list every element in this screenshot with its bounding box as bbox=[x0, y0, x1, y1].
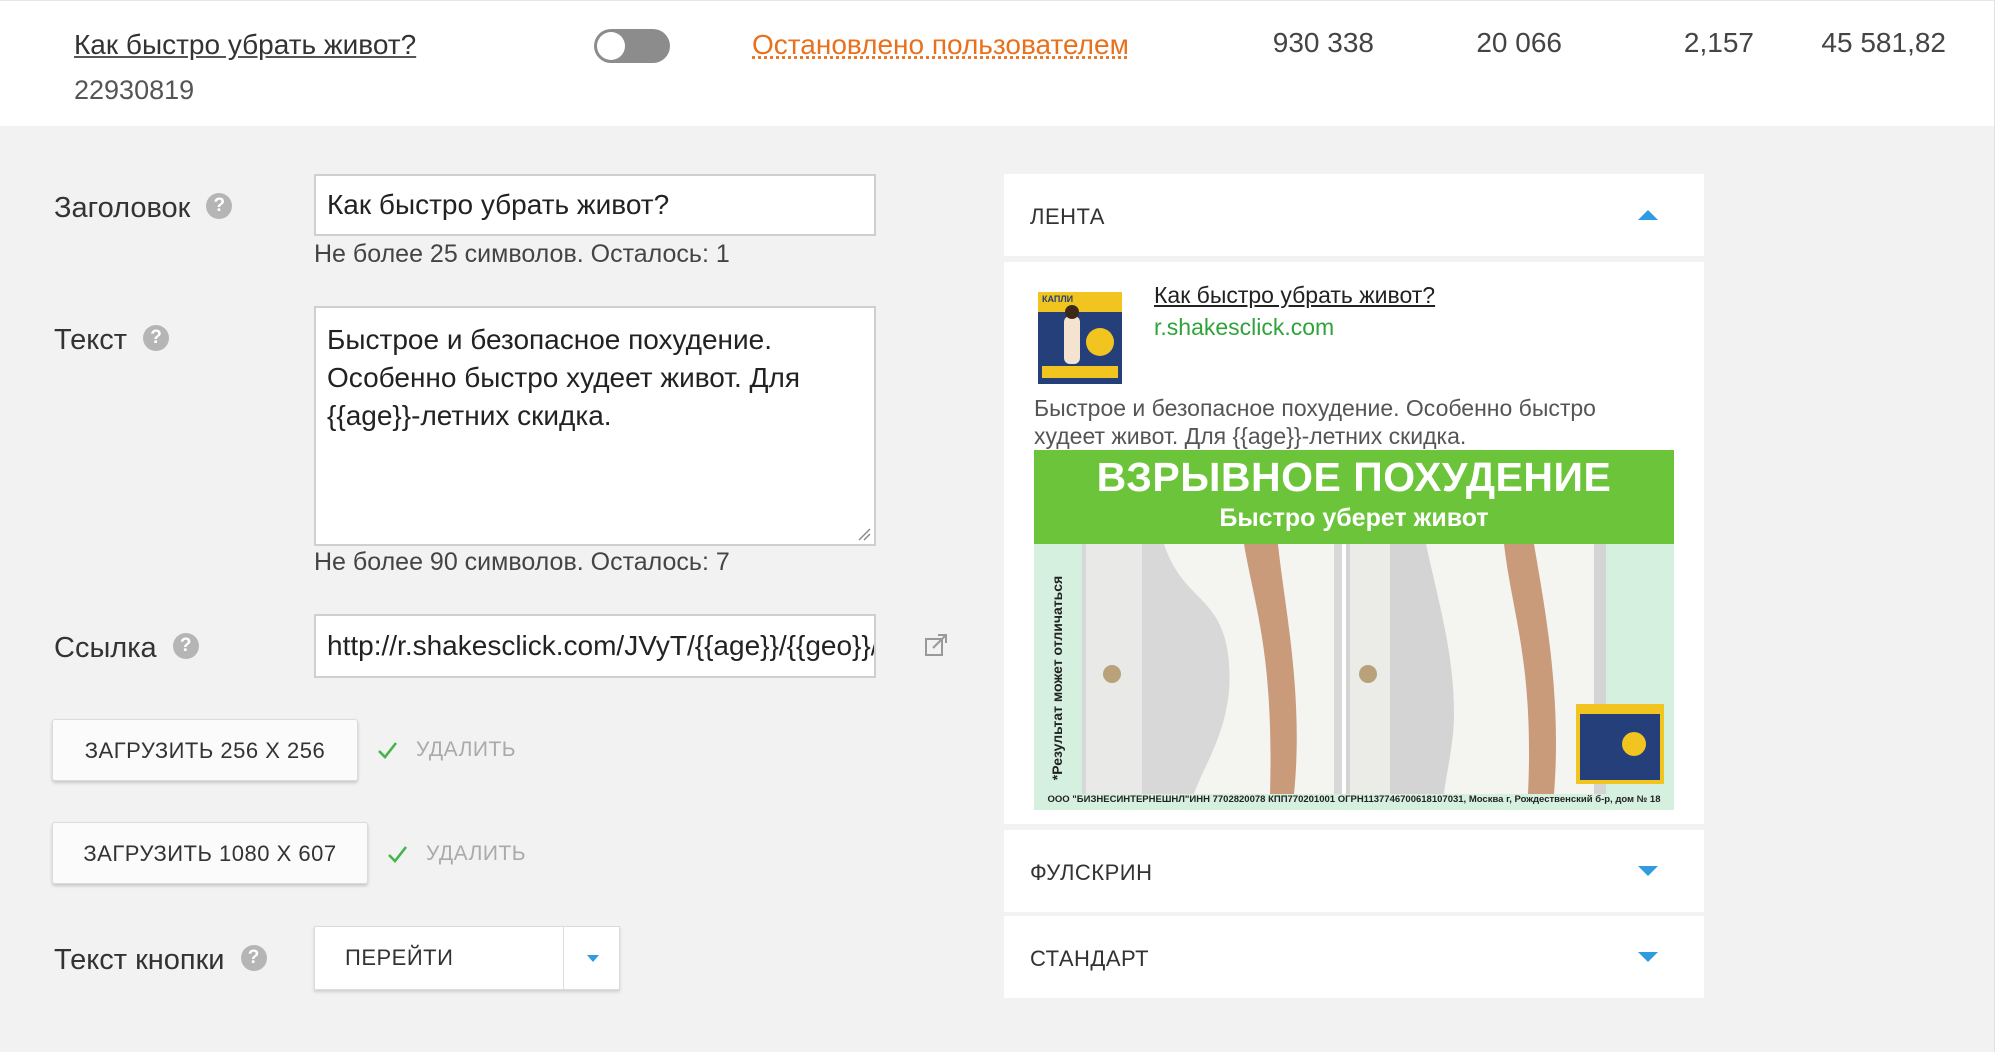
text-textarea[interactable]: Быстрое и безопасное похудение. Особенно… bbox=[314, 306, 876, 546]
external-link-icon[interactable] bbox=[924, 633, 948, 657]
help-icon[interactable]: ? bbox=[143, 325, 170, 352]
banner-footer: ООО "БИЗНЕСИНТЕРНЕШНЛ"ИНН 7702820078 КПП… bbox=[1047, 794, 1661, 805]
text-label: Текст? bbox=[54, 324, 170, 357]
preview-title-link[interactable]: Как быстро убрать живот? bbox=[1154, 282, 1435, 309]
feed-panel-header[interactable]: ЛЕНТА bbox=[1004, 174, 1704, 256]
before-after-photo bbox=[1082, 544, 1664, 794]
campaign-name-link[interactable]: Как быстро убрать живот? bbox=[74, 29, 416, 61]
delete-256-link[interactable]: УДАЛИТЬ bbox=[416, 738, 516, 762]
resize-grip-icon[interactable] bbox=[857, 527, 871, 541]
title-hint: Не более 25 символов. Осталось: 1 bbox=[314, 240, 730, 268]
chevron-down-icon[interactable] bbox=[1638, 866, 1658, 876]
fullscreen-tab-title: ФУЛСКРИН bbox=[1030, 860, 1153, 885]
help-icon[interactable]: ? bbox=[172, 633, 199, 660]
link-label: Ссылка? bbox=[54, 632, 199, 665]
status-link[interactable]: Остановлено пользователем bbox=[752, 29, 1129, 61]
banner-disclaimer: *Результат может отличаться bbox=[1049, 575, 1065, 781]
title-label-text: Заголовок bbox=[54, 192, 191, 224]
stat-spend: 45 581,82 bbox=[1821, 27, 1946, 58]
chevron-down-icon[interactable] bbox=[1638, 952, 1658, 962]
campaign-id: 22930819 bbox=[74, 75, 195, 105]
feed-preview-card: КАПЛИ Как быстро убрать живот? r.shakesc… bbox=[1004, 262, 1704, 824]
banner-top-strip: ВЗРЫВНОЕ ПОХУДЕНИЕ Быстро уберет живот bbox=[1034, 450, 1674, 544]
ad-banner-image: ВЗРЫВНОЕ ПОХУДЕНИЕ Быстро уберет живот *… bbox=[1034, 450, 1674, 810]
button-text-select[interactable]: ПЕРЕЙТИ bbox=[314, 926, 620, 990]
title-label: Заголовок? bbox=[54, 192, 233, 225]
banner-headline: ВЗРЫВНОЕ ПОХУДЕНИЕ bbox=[1096, 454, 1612, 500]
campaign-row: Как быстро убрать живот? 22930819 Остано… bbox=[0, 0, 1994, 126]
product-thumbnail: КАПЛИ bbox=[1034, 286, 1134, 386]
check-icon bbox=[388, 846, 408, 863]
text-label-text: Текст bbox=[54, 324, 128, 356]
fullscreen-panel-header[interactable]: ФУЛСКРИН bbox=[1004, 830, 1704, 912]
feed-tab-title: ЛЕНТА bbox=[1030, 204, 1105, 229]
text-hint: Не более 90 символов. Осталось: 7 bbox=[314, 548, 730, 576]
button-text-select-value: ПЕРЕЙТИ bbox=[345, 945, 454, 970]
link-input[interactable]: http://r.shakesclick.com/JVyT/{{age}}/{{… bbox=[314, 614, 876, 678]
button-text-label-text: Текст кнопки bbox=[54, 944, 225, 976]
toggle-knob bbox=[597, 32, 625, 60]
button-text-label: Текст кнопки? bbox=[54, 944, 267, 977]
standard-panel-header[interactable]: СТАНДАРТ bbox=[1004, 916, 1704, 998]
select-divider bbox=[563, 927, 564, 989]
link-label-text: Ссылка bbox=[54, 632, 157, 664]
delete-1080-link[interactable]: УДАЛИТЬ bbox=[426, 842, 526, 866]
product-label: КАПЛИ bbox=[1042, 294, 1074, 304]
text-textarea-value: Быстрое и безопасное похудение. Особенно… bbox=[327, 324, 801, 431]
stat-impressions: 930 338 bbox=[1272, 27, 1374, 58]
campaign-toggle[interactable] bbox=[594, 29, 670, 63]
standard-tab-title: СТАНДАРТ bbox=[1030, 946, 1150, 971]
preview-text: Быстрое и безопасное похудение. Особенно… bbox=[1034, 395, 1596, 449]
upload-256-button[interactable]: ЗАГРУЗИТЬ 256 X 256 bbox=[52, 719, 358, 781]
stat-clicks: 20 066 bbox=[1476, 27, 1562, 58]
help-icon[interactable]: ? bbox=[206, 193, 233, 220]
banner-subline: Быстро уберет живот bbox=[1219, 504, 1489, 532]
title-input[interactable]: Как быстро убрать живот? bbox=[314, 174, 876, 236]
help-icon[interactable]: ? bbox=[240, 945, 267, 972]
chevron-down-icon[interactable] bbox=[587, 955, 599, 962]
check-icon bbox=[378, 742, 398, 759]
preview-domain: r.shakesclick.com bbox=[1154, 314, 1335, 340]
upload-1080-button[interactable]: ЗАГРУЗИТЬ 1080 X 607 bbox=[52, 822, 368, 884]
stat-ctr: 2,157 bbox=[1683, 27, 1754, 58]
chevron-up-icon[interactable] bbox=[1638, 210, 1658, 220]
